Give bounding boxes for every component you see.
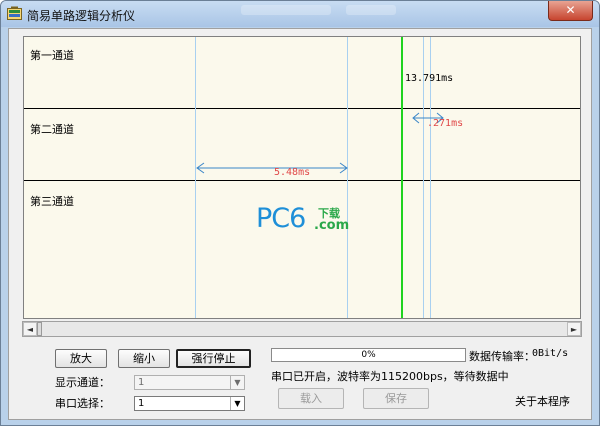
scroll-right-button[interactable]: ► [567, 322, 581, 336]
measurement-label: 13.791ms [405, 73, 454, 84]
app-window: 简易单路逻辑分析仪 ✕ 第一通道 第二通道 第三通道 13.791ms .271… [0, 0, 600, 426]
close-icon: ✕ [565, 3, 576, 17]
zoom-in-button[interactable]: 放大 [55, 349, 107, 368]
measurement-label: 5.48ms [274, 167, 311, 178]
waveform-display[interactable]: 第一通道 第二通道 第三通道 13.791ms .271ms 5.48ms PC… [23, 36, 581, 319]
watermark-logo: PC6 下载 .com [256, 203, 350, 234]
transfer-rate-label: 数据传输率： [469, 350, 535, 363]
chevron-down-icon: ▼ [230, 376, 244, 389]
horizontal-scrollbar[interactable]: ◄ ► [22, 321, 582, 337]
serial-status-text: 串口已开启，波特率为115200bps，等待数据中 [271, 370, 509, 383]
progress-text: 0% [361, 350, 376, 360]
marker-line[interactable] [401, 37, 403, 318]
progress-bar: 0% [271, 348, 466, 362]
zoom-out-button[interactable]: 缩小 [118, 349, 170, 368]
transfer-rate-value: 0Bit/s [532, 348, 569, 359]
cursor-line[interactable] [347, 37, 348, 318]
channel-2-label: 第二通道 [30, 123, 74, 136]
save-button[interactable]: 保存 [363, 388, 429, 409]
channel-1-label: 第一通道 [30, 49, 74, 62]
scroll-thumb[interactable] [37, 322, 42, 336]
channel-separator [24, 108, 580, 109]
display-channel-label: 显示通道： [55, 376, 110, 389]
window-title: 简易单路逻辑分析仪 [27, 9, 136, 23]
serial-port-select[interactable]: 1 ▼ [134, 396, 245, 411]
arrow-left-icon: ◄ [26, 325, 34, 334]
about-link[interactable]: 关于本程序 [515, 393, 570, 409]
channel-3-label: 第三通道 [30, 195, 74, 208]
scroll-left-button[interactable]: ◄ [23, 322, 37, 336]
force-stop-button[interactable]: 强行停止 [176, 349, 251, 368]
serial-select-label: 串口选择： [55, 397, 110, 410]
title-glass-reflection [346, 5, 396, 15]
cursor-line[interactable] [195, 37, 196, 318]
title-bar[interactable]: 简易单路逻辑分析仪 ✕ [1, 1, 599, 27]
app-icon [7, 6, 22, 20]
load-button[interactable]: 载入 [278, 388, 344, 409]
main-panel: 第一通道 第二通道 第三通道 13.791ms .271ms 5.48ms PC… [8, 28, 592, 420]
title-glass-reflection [241, 5, 331, 15]
display-channel-select[interactable]: 1 ▼ [134, 375, 245, 390]
measurement-label: .271ms [427, 118, 464, 129]
channel-separator [24, 180, 580, 181]
measure-arrow-wide [196, 162, 348, 174]
chevron-down-icon: ▼ [230, 397, 244, 410]
close-button[interactable]: ✕ [548, 1, 593, 21]
arrow-right-icon: ► [570, 325, 578, 334]
